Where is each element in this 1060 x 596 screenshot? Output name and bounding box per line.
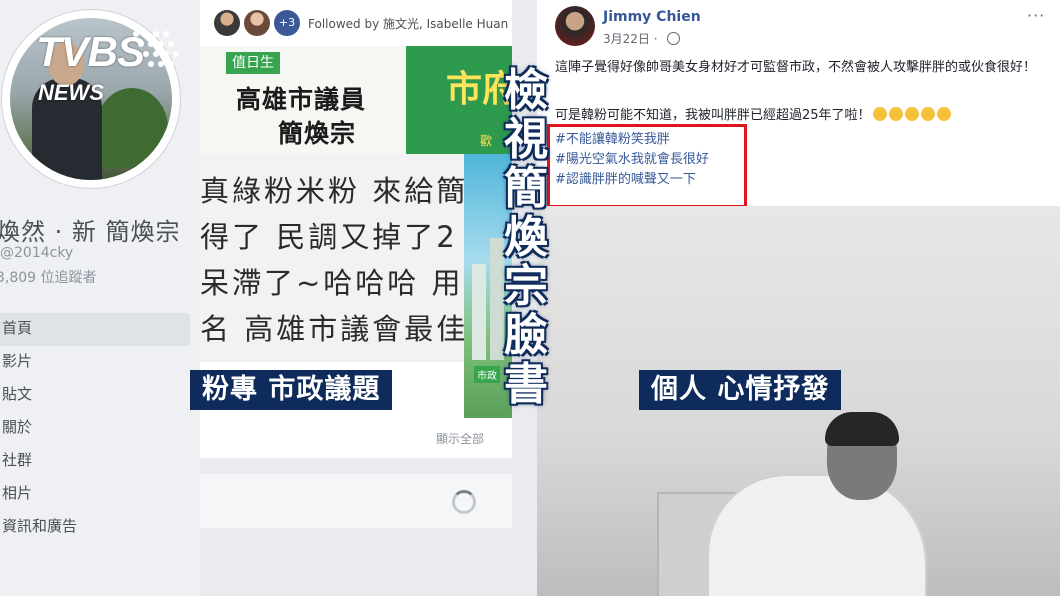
more-options-icon[interactable]: ··· — [1027, 6, 1045, 25]
banner-right-small-text: 歡 — [480, 134, 493, 148]
post-text-line: 名 高雄市議會最佳 — [200, 312, 464, 346]
post-text-line: 真綠粉米粉 來給簡 — [200, 174, 464, 208]
followed-by-row: +3 Followed by 施文光, Isabelle Huan — [200, 0, 512, 46]
loading-card — [200, 474, 512, 528]
building-shape — [472, 264, 486, 360]
personal-post-card: Jimmy Chien 3月22日 · ··· 這陣子覺得好像帥哥美女身材好才可… — [537, 0, 1060, 596]
laughing-emoji-icon — [872, 107, 887, 121]
caption-fanpage-topic: 粉專 市政議題 — [190, 370, 393, 410]
tvbs-logo-text: TVBS — [36, 28, 145, 75]
news-logo-text: NEWS — [38, 80, 104, 105]
banner-title: 高雄市議員 — [236, 85, 367, 114]
author-avatar[interactable] — [555, 6, 595, 46]
nav-item-videos[interactable]: 影片 — [0, 346, 190, 379]
person-body-shape — [707, 474, 927, 596]
side-image-sticker: 市政 — [474, 366, 500, 383]
globe-icon — [667, 32, 680, 45]
page-name: 煥然 · 新 簡煥宗 — [0, 218, 181, 246]
person-hair-shape — [825, 412, 899, 446]
laughing-emoji-icon — [936, 107, 951, 121]
nav-item-about[interactable]: 關於 — [0, 412, 190, 445]
caption-personal-mood: 個人 心情抒發 — [639, 370, 842, 410]
banner-name: 簡煥宗 — [278, 119, 357, 148]
post-text-line: 呆滯了~哈哈哈 用到 — [200, 266, 464, 300]
banner-tag: 值日生 — [226, 52, 280, 74]
nav-item-info-and-ads[interactable]: 資訊和廣告 — [0, 511, 190, 544]
tvbs-dots-icon — [133, 31, 179, 67]
tvbs-news-logo: TVBS NEWS — [36, 24, 186, 112]
author-name[interactable]: Jimmy Chien — [603, 9, 701, 25]
see-all-link[interactable]: 顯示全部 — [436, 430, 484, 447]
post-text-image[interactable]: 真綠粉米粉 來給簡 得了 民調又掉了2 呆滯了~哈哈哈 用到 名 高雄市議會最佳 — [200, 154, 464, 362]
laughing-emoji-icon — [888, 107, 903, 121]
nav-item-community[interactable]: 社群 — [0, 445, 190, 478]
laughing-emoji-icon — [904, 107, 919, 121]
followed-by-text[interactable]: Followed by 施文光, Isabelle Huan — [308, 15, 508, 32]
nav-item-home[interactable]: 首頁 — [0, 313, 190, 346]
follower-count: 3,809 位追蹤者 — [0, 270, 97, 286]
post-date[interactable]: 3月22日 · — [603, 30, 658, 47]
vertical-headline: 檢視簡煥宗臉書 — [504, 65, 548, 410]
post-text-line: 得了 民調又掉了2 — [200, 220, 458, 254]
nav-item-photos[interactable]: 相片 — [0, 478, 190, 511]
page-sidebar: TVBS NEWS 煥然 · 新 簡煥宗 @2014cky 3,809 位追蹤者… — [0, 0, 200, 596]
friend-avatar[interactable] — [244, 10, 270, 36]
nav-item-posts[interactable]: 貼文 — [0, 379, 190, 412]
page-nav: 首頁 影片 貼文 關於 社群 相片 資訊和廣告 — [0, 313, 190, 544]
laughing-emoji-icon — [920, 107, 935, 121]
page-post-column: +3 Followed by 施文光, Isabelle Huan 值日生 高雄… — [200, 0, 512, 596]
page-handle: @2014cky — [0, 245, 74, 261]
friend-avatar[interactable] — [214, 10, 240, 36]
more-friends-badge[interactable]: +3 — [274, 10, 300, 36]
post-body-text: 這陣子覺得好像帥哥美女身材好才可監督市政，不然會被人攻擊胖胖的或伙食很好！ — [555, 60, 1037, 75]
post-body-text-2: 可是韓粉可能不知道，我被叫胖胖已經超過25年了啦！ — [555, 104, 951, 123]
hashtag-highlight-box — [547, 124, 747, 208]
post-banner-image[interactable]: 值日生 高雄市議員 簡煥宗 市府 歡 — [200, 46, 512, 154]
loading-spinner-icon — [452, 490, 476, 514]
post-body-text-2-content: 可是韓粉可能不知道，我被叫胖胖已經超過25年了啦！ — [555, 108, 871, 123]
